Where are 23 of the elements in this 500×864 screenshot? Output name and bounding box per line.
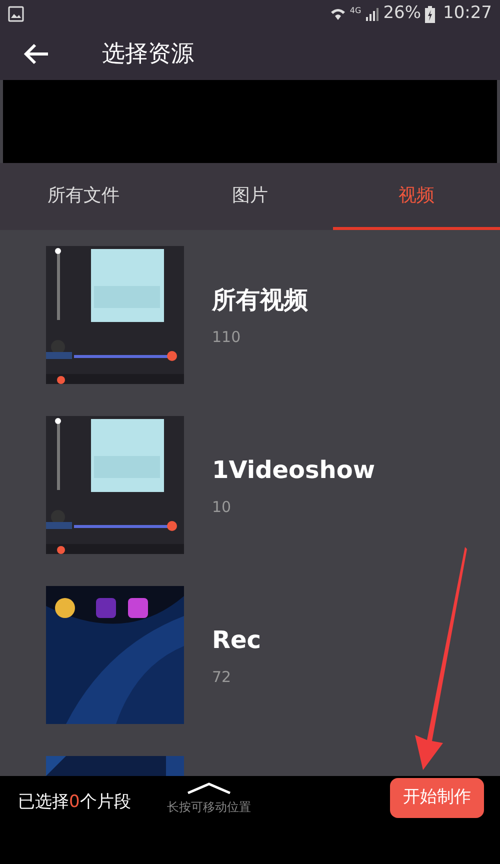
tab[interactable]: 所有文件	[0, 163, 167, 230]
album-name: 所有视频	[212, 284, 308, 316]
network-type: 4G	[350, 5, 362, 18]
album-count: 110	[212, 326, 242, 348]
back-arrow-icon	[22, 42, 50, 66]
page-title: 选择资源	[102, 40, 194, 69]
wifi-icon	[330, 7, 346, 21]
clock: 10:27	[443, 2, 492, 26]
tab[interactable]: 图片	[166, 163, 334, 230]
album-name: Rec	[212, 624, 261, 656]
album-item[interactable]: 所有视频 110	[46, 246, 500, 384]
album-item[interactable]: Rec 72	[46, 586, 500, 724]
album-count: 72	[212, 666, 232, 688]
album-name: 1Videoshow	[212, 454, 376, 486]
chevron-up-icon[interactable]	[186, 782, 232, 794]
image-icon	[8, 6, 24, 22]
battery-percent: 26%	[383, 2, 421, 26]
album-item[interactable]: 1Videoshow 10	[46, 416, 500, 554]
album-count: 10	[212, 496, 232, 518]
drag-hint: 长按可移动位置	[166, 799, 251, 816]
signal-icon	[365, 7, 380, 21]
selection-count: 已选择0个片段	[18, 791, 131, 814]
battery-icon	[425, 6, 435, 22]
